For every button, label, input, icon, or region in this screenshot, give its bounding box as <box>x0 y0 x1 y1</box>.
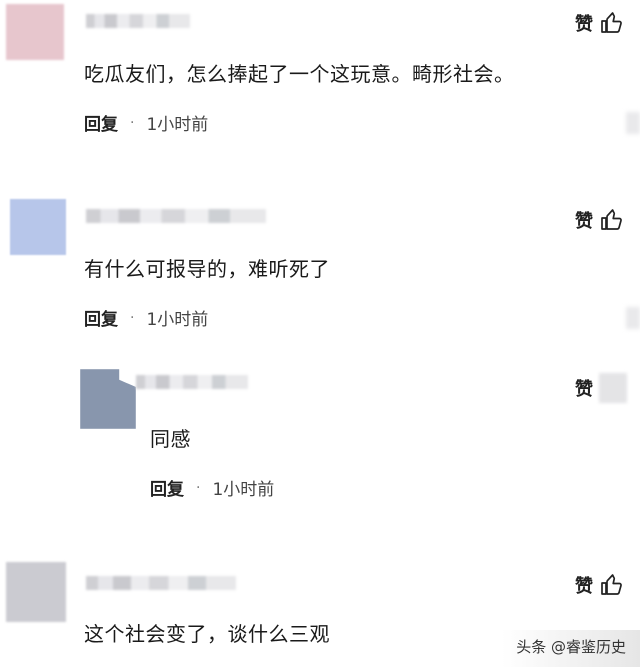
thumbs-up-icon[interactable] <box>599 11 623 35</box>
watermark: 头条 @睿鉴历史 <box>502 630 640 667</box>
like-control[interactable]: 赞 <box>575 373 627 403</box>
reply-button[interactable]: 回复 <box>84 110 118 135</box>
like-label: 赞 <box>575 14 593 35</box>
comment-1: 赞 吃瓜友们，怎么捧起了一个这玩意。畸形社会。 回复 · 1小时前 <box>0 0 640 180</box>
like-control[interactable]: 赞 <box>575 572 623 598</box>
comment-3-reply: 赞 同感 回复 · 1小时前 <box>0 365 640 515</box>
comment-2: 赞 有什么可报导的，难听死了 回复 · 1小时前 <box>0 195 640 345</box>
reply-button[interactable]: 回复 <box>84 305 118 330</box>
more-icon-blurred[interactable] <box>626 112 640 134</box>
username-blurred[interactable] <box>86 209 266 223</box>
thumbs-up-icon[interactable] <box>599 208 623 232</box>
like-control[interactable]: 赞 <box>575 10 623 36</box>
thumbs-up-icon[interactable] <box>599 573 623 597</box>
avatar[interactable] <box>10 199 66 255</box>
reply-button[interactable]: 回复 <box>150 475 184 500</box>
comment-text: 有什么可报导的，难听死了 <box>84 257 330 281</box>
thumbs-up-icon[interactable] <box>599 373 627 403</box>
comment-meta: 回复 · 1小时前 <box>84 305 209 331</box>
more-icon-blurred[interactable] <box>626 307 640 329</box>
timestamp: 1小时前 <box>212 480 275 500</box>
timestamp: 1小时前 <box>146 310 209 330</box>
username-blurred[interactable] <box>136 375 248 389</box>
username-blurred[interactable] <box>86 576 236 590</box>
comment-text: 吃瓜友们，怎么捧起了一个这玩意。畸形社会。 <box>84 62 515 86</box>
comment-meta: 回复 · 1小时前 <box>150 475 275 501</box>
avatar[interactable] <box>6 562 66 622</box>
like-label: 赞 <box>575 576 593 597</box>
avatar[interactable] <box>6 4 64 60</box>
dot-separator: · <box>196 479 201 496</box>
timestamp: 1小时前 <box>146 115 209 135</box>
comment-text: 同感 <box>150 427 191 451</box>
comment-meta: 回复 · 1小时前 <box>84 110 209 136</box>
like-label: 赞 <box>575 211 593 232</box>
username-blurred[interactable] <box>86 14 190 28</box>
like-control[interactable]: 赞 <box>575 207 623 233</box>
avatar[interactable] <box>80 369 136 429</box>
like-label: 赞 <box>575 379 593 400</box>
dot-separator: · <box>130 114 135 131</box>
comment-text: 这个社会变了，谈什么三观 <box>84 622 330 646</box>
dot-separator: · <box>130 309 135 326</box>
